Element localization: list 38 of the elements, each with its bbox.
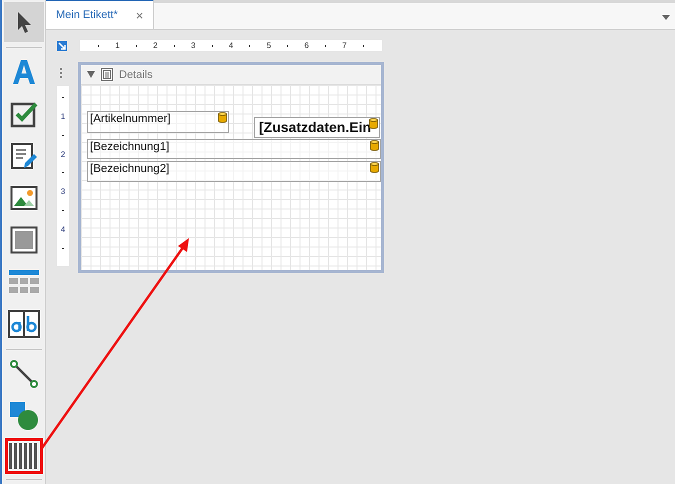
letter-icon [12, 58, 36, 86]
ruler-number: 4 [228, 41, 234, 50]
ruler-number: 3 [190, 41, 196, 50]
close-icon[interactable]: × [136, 8, 144, 22]
barcode-icon [8, 443, 38, 469]
database-icon [370, 162, 379, 173]
document-tab[interactable]: Mein Etikett* × [46, 0, 154, 29]
tool-button[interactable] [4, 2, 44, 42]
report-field[interactable]: [Artikelnummer] [87, 111, 229, 133]
table-icon [8, 269, 38, 295]
database-icon [218, 112, 227, 123]
line-icon [8, 359, 38, 389]
shapes-icon [8, 401, 38, 431]
database-icon [369, 118, 378, 129]
tool-button[interactable] [4, 438, 42, 474]
dropdown-icon[interactable] [662, 15, 670, 20]
collapse-icon[interactable] [87, 71, 95, 78]
character-boxes-icon [8, 310, 40, 338]
ruler-number: 6 [304, 41, 309, 50]
checkbox-icon [10, 100, 38, 128]
ruler-number: 7 [342, 41, 347, 50]
image-icon [10, 185, 38, 211]
edit-document-icon [10, 142, 38, 170]
ruler-number: 2 [60, 150, 66, 159]
ruler-number: 1 [115, 41, 120, 50]
report-field[interactable]: [Zusatzdaten.Ein [254, 117, 380, 138]
square-icon [10, 226, 38, 254]
report-field[interactable]: [Bezeichnung2] [87, 161, 381, 182]
ruler-number: 2 [153, 41, 158, 50]
ruler-number: 1 [60, 112, 66, 121]
database-icon [370, 140, 379, 151]
ruler-number: 5 [266, 41, 272, 50]
band-icon [101, 68, 113, 81]
ruler-number: 4 [60, 225, 66, 234]
report-field[interactable]: [Bezeichnung1] [87, 139, 381, 159]
ruler-number: 3 [60, 187, 66, 196]
ruler-corner-icon[interactable] [57, 41, 67, 51]
band-title: Details [119, 68, 153, 80]
